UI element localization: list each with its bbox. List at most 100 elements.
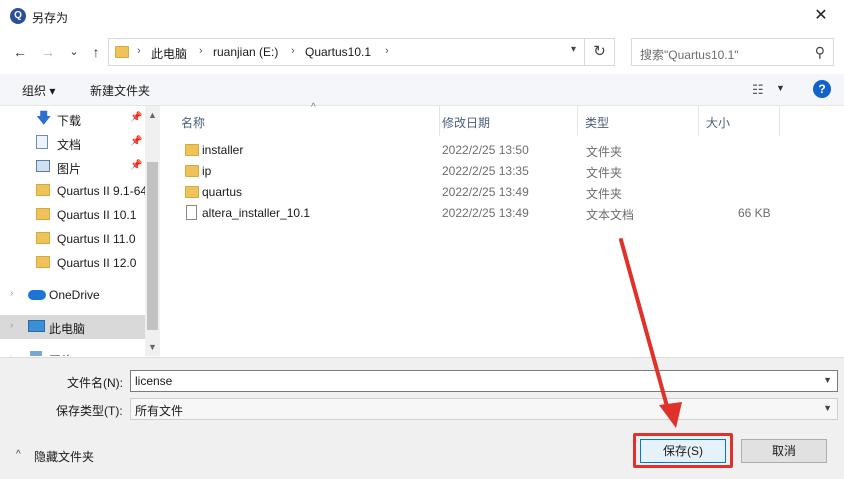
folder-icon	[185, 165, 199, 177]
title-bar: Q 另存为 ✕	[0, 0, 844, 32]
column-header-size[interactable]: 大小	[698, 106, 780, 136]
filetype-select[interactable]: 所有文件 ▼	[130, 398, 838, 420]
scroll-up-icon[interactable]: ▲	[145, 110, 160, 120]
picture-icon	[36, 160, 50, 172]
app-icon: Q	[10, 8, 26, 24]
sidebar-item-label: Quartus II 11.0	[57, 232, 136, 246]
sidebar-item-documents[interactable]: 文档 📌	[0, 131, 145, 155]
folder-icon	[36, 232, 50, 244]
folder-icon	[36, 184, 50, 196]
view-options-icon[interactable]: ☷	[752, 82, 764, 98]
filename-label: 文件名(N):	[67, 376, 123, 390]
view-dropdown-icon[interactable]: ▼	[776, 83, 785, 93]
breadcrumb-separator[interactable]: ›	[291, 45, 295, 57]
recent-locations-button[interactable]: ⌄	[64, 42, 84, 62]
help-icon[interactable]: ?	[813, 80, 831, 98]
sidebar-item-downloads[interactable]: 🡇 下载 📌	[0, 107, 145, 131]
chevron-right-icon[interactable]: ›	[10, 320, 13, 331]
chevron-down-icon[interactable]: ▼	[823, 403, 832, 413]
filename-field[interactable]: license ▼	[130, 370, 838, 392]
sidebar-item-this-pc[interactable]: › 此电脑	[0, 315, 145, 339]
new-folder-button[interactable]: 新建文件夹	[90, 82, 150, 99]
refresh-button[interactable]: ↻	[585, 38, 615, 66]
address-dropdown-icon[interactable]: ▾	[571, 44, 576, 55]
sort-ascending-icon: ^	[311, 102, 316, 113]
command-bar: 组织 ▾ 新建文件夹 ☷ ▼ ?	[0, 74, 844, 106]
file-type: 文件夹	[586, 187, 623, 201]
chevron-right-icon[interactable]: ›	[10, 288, 13, 299]
filetype-value: 所有文件	[135, 404, 184, 418]
chevron-right-icon[interactable]: ›	[10, 352, 13, 356]
up-button[interactable]: ↑	[86, 42, 106, 62]
address-bar[interactable]: › 此电脑 › ruanjian (E:) › Quartus10.1 › ▾	[108, 38, 585, 66]
breadcrumb-separator[interactable]: ›	[385, 45, 389, 57]
sidebar-item-onedrive[interactable]: › OneDrive	[0, 283, 145, 307]
file-row[interactable]: ip 2022/2/25 13:35 文件夹	[163, 161, 844, 182]
column-header-type[interactable]: 类型	[577, 106, 699, 136]
sidebar-item-label: OneDrive	[49, 288, 100, 302]
file-name: altera_installer_10.1	[202, 206, 311, 220]
pin-icon: 📌	[130, 112, 143, 123]
scrollbar-thumb[interactable]	[147, 162, 158, 330]
folder-icon	[36, 256, 50, 268]
download-icon: 🡇	[36, 110, 52, 127]
file-row[interactable]: quartus 2022/2/25 13:49 文件夹	[163, 182, 844, 203]
sidebar-item-quartus-9-1[interactable]: Quartus II 9.1-64bit	[0, 179, 145, 203]
chevron-up-icon[interactable]: ^	[16, 449, 21, 460]
column-header-name[interactable]: 名称 ^	[173, 102, 440, 136]
sidebar-item-label: 网络	[49, 352, 137, 356]
text-document-icon	[186, 205, 197, 220]
forward-button[interactable]: →	[38, 42, 58, 62]
search-placeholder: 搜索"Quartus10.1"	[640, 48, 739, 62]
file-modified: 2022/2/25 13:50	[442, 143, 529, 157]
column-header-modified[interactable]: 修改日期	[434, 106, 578, 136]
pin-icon: 📌	[130, 160, 143, 171]
onedrive-icon	[28, 290, 46, 300]
column-header-label: 修改日期	[442, 116, 491, 130]
window-title: 另存为	[32, 11, 69, 25]
sidebar-scrollbar[interactable]: ▲ ▼	[145, 106, 160, 356]
scroll-down-icon[interactable]: ▼	[145, 342, 160, 352]
sidebar-item-quartus-10-1[interactable]: Quartus II 10.1	[0, 203, 145, 227]
filetype-label: 保存类型(T):	[56, 404, 123, 418]
network-icon	[30, 351, 42, 356]
close-button[interactable]: ✕	[798, 0, 844, 32]
back-button[interactable]: ←	[10, 42, 30, 62]
hide-folders-button[interactable]: 隐藏文件夹	[34, 448, 94, 465]
file-size: 66 KB	[738, 206, 771, 220]
file-name: quartus	[202, 185, 243, 199]
search-icon: ⚲	[814, 44, 825, 60]
file-type: 文件夹	[586, 145, 623, 159]
breadcrumb-this-pc[interactable]: 此电脑	[151, 45, 187, 62]
pin-icon: 📌	[130, 136, 143, 147]
organize-menu[interactable]: 组织 ▾	[22, 82, 55, 99]
navigation-pane: 🡇 下载 📌 文档 📌 图片 📌 Quartus II 9.1-64bit Qu…	[0, 106, 160, 356]
sidebar-item-label: 此电脑	[49, 322, 86, 336]
sidebar-item-label: Quartus II 9.1-64bit	[57, 184, 145, 198]
filename-value: license	[135, 374, 173, 388]
file-row[interactable]: installer 2022/2/25 13:50 文件夹	[163, 140, 844, 161]
breadcrumb-folder[interactable]: Quartus10.1	[305, 45, 371, 59]
sidebar-item-quartus-12-0[interactable]: Quartus II 12.0	[0, 251, 145, 275]
file-type: 文件夹	[586, 166, 623, 180]
column-header-label: 大小	[706, 116, 731, 130]
folder-icon	[185, 186, 199, 198]
file-row[interactable]: altera_installer_10.1 2022/2/25 13:49 文本…	[163, 203, 844, 224]
computer-icon	[28, 320, 45, 332]
file-name: installer	[202, 143, 244, 157]
cancel-button[interactable]: 取消	[741, 439, 827, 463]
sidebar-item-quartus-11-0[interactable]: Quartus II 11.0	[0, 227, 145, 251]
breadcrumb-drive[interactable]: ruanjian (E:)	[213, 45, 278, 59]
sidebar-item-label: Quartus II 12.0	[57, 256, 137, 270]
folder-icon	[115, 46, 129, 58]
folder-icon	[185, 144, 199, 156]
breadcrumb-separator[interactable]: ›	[199, 45, 203, 57]
file-modified: 2022/2/25 13:49	[442, 185, 529, 199]
sidebar-item-pictures[interactable]: 图片 📌	[0, 155, 145, 179]
sidebar-item-network[interactable]: › 网络	[0, 347, 145, 356]
chevron-down-icon[interactable]: ▼	[823, 375, 832, 385]
file-type: 文本文档	[586, 208, 635, 222]
search-input[interactable]: 搜索"Quartus10.1" ⚲	[631, 38, 834, 66]
column-header-label: 类型	[585, 116, 610, 130]
breadcrumb-separator[interactable]: ›	[137, 45, 141, 57]
